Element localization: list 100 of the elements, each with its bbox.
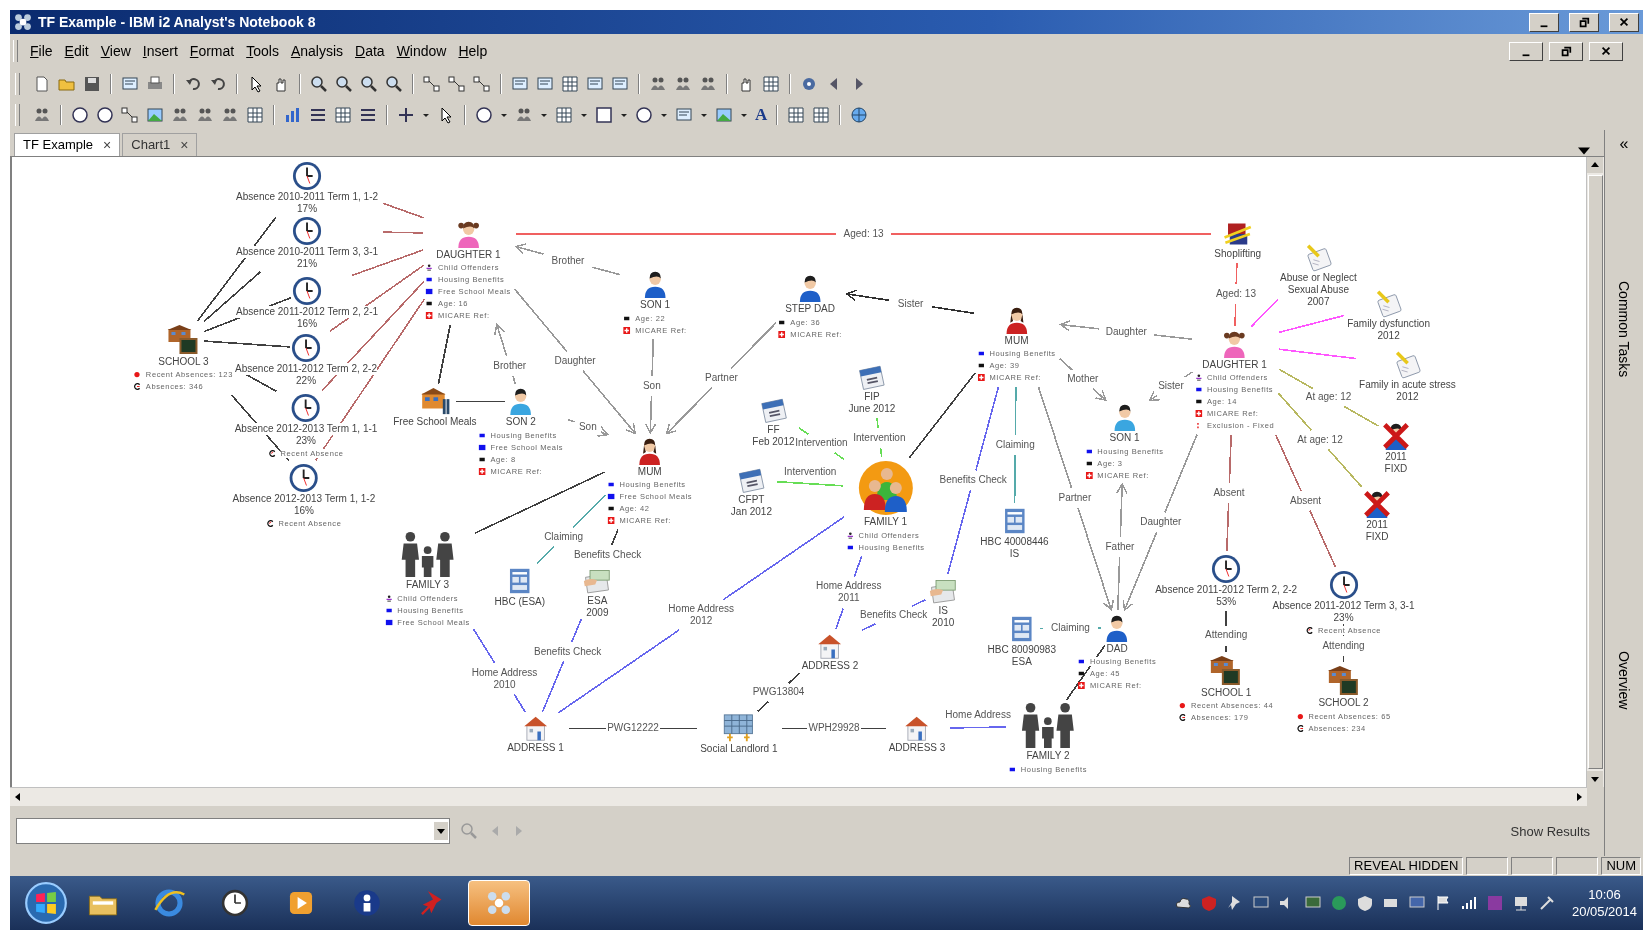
horizontal-scrollbar[interactable] — [10, 787, 1587, 807]
menu-item[interactable]: Window — [390, 43, 453, 59]
search-field[interactable] — [16, 818, 450, 845]
minimize-button[interactable] — [1509, 41, 1543, 61]
menu-item[interactable]: File — [24, 43, 59, 59]
grid-icon[interactable] — [561, 74, 579, 93]
dropdown-arrow-icon[interactable] — [1578, 145, 1590, 156]
square-icon[interactable] — [595, 105, 613, 124]
link-label: Daughter — [1140, 516, 1182, 529]
scroll-down-button[interactable] — [1587, 771, 1603, 788]
cross-icon — [478, 467, 486, 475]
node-label: ESA — [587, 594, 608, 607]
link-icon[interactable] — [423, 74, 441, 93]
link-label: Benefits Check — [939, 474, 1007, 487]
circle-icon[interactable] — [71, 105, 89, 124]
plus-icon[interactable] — [397, 105, 415, 124]
node-label: Family dysfunction — [1347, 317, 1430, 330]
document-tab[interactable]: Chart1 × — [122, 132, 198, 156]
menu-item[interactable]: Tools — [240, 43, 285, 59]
save-icon[interactable] — [83, 74, 101, 93]
globe-icon[interactable] — [850, 105, 869, 124]
signal-icon[interactable] — [1459, 894, 1478, 912]
circle-icon[interactable] — [475, 105, 493, 124]
link-label: Brother — [493, 359, 527, 372]
card-icon[interactable] — [611, 74, 629, 93]
clock-time[interactable]: 10:06 — [1588, 886, 1621, 903]
link-label: Absent — [1213, 486, 1245, 499]
link-icon[interactable] — [121, 105, 139, 124]
bar-chart-icon[interactable] — [284, 105, 302, 124]
text-tool-button[interactable]: A — [755, 104, 768, 125]
card-icon[interactable] — [121, 74, 139, 93]
panel-tab[interactable]: Overview — [1616, 651, 1632, 710]
restore-icon[interactable] — [1560, 45, 1572, 57]
vertical-scrollbar[interactable] — [1586, 156, 1604, 788]
start-button[interactable] — [24, 881, 68, 925]
close-icon[interactable] — [1600, 45, 1612, 57]
link-label: Mother — [1067, 373, 1099, 386]
panel-tab[interactable]: Common Tasks — [1616, 281, 1632, 378]
arc-icon — [133, 383, 141, 391]
link-label: Claiming — [1051, 622, 1090, 635]
link-label: Benefits Check — [860, 608, 928, 621]
tab-close-button[interactable]: × — [103, 136, 112, 153]
node-label: DAUGHTER 1 — [1202, 358, 1267, 371]
status-cell — [1466, 857, 1509, 875]
clock-date[interactable]: 20/05/2014 — [1571, 903, 1637, 920]
link-icon[interactable] — [448, 74, 466, 93]
clock-icon — [291, 392, 321, 423]
menu-item[interactable]: Data — [349, 43, 391, 59]
new-page-icon[interactable] — [33, 74, 51, 93]
link-label: WPH29928 — [808, 722, 860, 735]
close-icon[interactable] — [1618, 16, 1630, 28]
card-icon[interactable] — [675, 105, 693, 124]
document-tab[interactable]: TF Example × — [14, 132, 121, 156]
grid-icon[interactable] — [812, 105, 831, 124]
circle-icon[interactable] — [96, 105, 114, 124]
node-label: SON 1 — [640, 299, 670, 311]
scroll-thumb[interactable] — [1588, 174, 1603, 770]
minimize-button[interactable] — [1529, 12, 1559, 32]
card-icon[interactable] — [586, 74, 604, 93]
arc-icon — [266, 520, 274, 528]
grid-icon[interactable] — [555, 105, 573, 124]
node-label: MUM — [1004, 334, 1029, 347]
menu-item[interactable]: View — [94, 43, 137, 59]
node-label: SCHOOL 3 — [158, 355, 209, 368]
close-button[interactable] — [1589, 41, 1623, 61]
menu-item[interactable]: Insert — [136, 43, 184, 59]
shield-icon[interactable] — [1355, 894, 1374, 912]
menu-item[interactable]: Help — [452, 43, 494, 59]
restore-icon[interactable] — [1578, 16, 1590, 28]
restore-button[interactable] — [1549, 41, 1583, 61]
link-icon[interactable] — [473, 74, 491, 93]
menu-item[interactable]: Analysis — [284, 43, 350, 59]
link-label: Home Address — [668, 602, 734, 615]
menu-item[interactable]: Format — [183, 43, 241, 59]
tab-label[interactable]: Chart1 — [131, 137, 171, 153]
node-label: Absence 2012-2013 Term 1, 1-2 — [232, 492, 376, 505]
zoom-icon[interactable] — [360, 74, 378, 93]
link-label: PWG12222 — [607, 722, 659, 735]
zoom-icon[interactable] — [335, 74, 353, 93]
zoom-icon[interactable] — [310, 74, 328, 93]
grid-icon[interactable] — [246, 105, 264, 124]
close-button[interactable] — [1609, 12, 1639, 32]
zoom-icon[interactable] — [385, 74, 403, 93]
grid-icon[interactable] — [787, 105, 806, 124]
link-label: Attending — [1322, 639, 1365, 652]
link-label: 2011 — [837, 592, 861, 605]
circle-icon[interactable] — [635, 105, 653, 124]
tab-close-button[interactable]: × — [180, 136, 189, 153]
link-label: Intervention — [853, 431, 906, 444]
figure-icon — [846, 531, 854, 539]
grid-icon[interactable] — [334, 105, 352, 124]
card-icon[interactable] — [536, 74, 554, 93]
clock-icon — [1211, 554, 1242, 585]
grid-icon[interactable] — [762, 74, 780, 93]
restore-button[interactable] — [1569, 12, 1599, 32]
tab-label[interactable]: TF Example — [23, 137, 94, 153]
menu-item[interactable]: Edit — [58, 43, 95, 59]
link-label: Home Address — [471, 666, 538, 679]
card-icon[interactable] — [511, 74, 529, 93]
show-results-link[interactable]: Show Results — [1510, 823, 1590, 839]
